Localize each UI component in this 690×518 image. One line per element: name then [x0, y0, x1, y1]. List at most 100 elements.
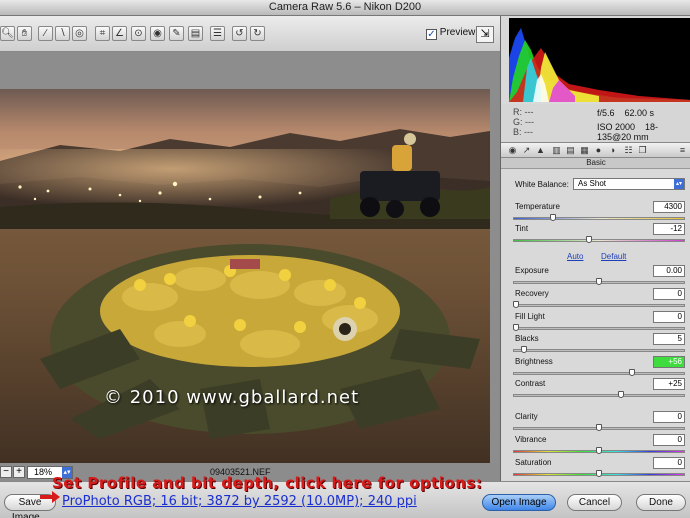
red-eye-icon[interactable]: ◉ [150, 26, 165, 41]
panel-menu-icon[interactable]: ≡ [677, 145, 688, 156]
fill-light-value-field[interactable]: 0 [653, 311, 685, 323]
exposure-slider-thumb[interactable] [596, 278, 602, 285]
tint-slider-thumb[interactable] [586, 236, 592, 243]
clarity-slider[interactable] [513, 424, 685, 431]
zoom-icon[interactable]: 🔍︎ [0, 26, 15, 41]
fill-light-label: Fill Light [515, 312, 545, 321]
tab-split-toning-icon[interactable]: ▤ [565, 145, 576, 156]
recovery-label: Recovery [515, 289, 549, 298]
vibrance-label: Vibrance [515, 435, 547, 444]
blacks-value-field[interactable]: 5 [653, 333, 685, 345]
spot-removal-icon[interactable]: ⊙ [131, 26, 146, 41]
shutter-speed: 62.00 s [624, 108, 655, 118]
blacks-slider-thumb[interactable] [521, 346, 527, 353]
fill-light-slider[interactable] [513, 324, 685, 331]
default-button[interactable]: Default [601, 252, 626, 261]
tab-snapshots-icon[interactable]: ❐ [637, 145, 648, 156]
tab-hsl-icon[interactable]: ▥ [551, 145, 562, 156]
fullscreen-toggle-icon[interactable]: ⇲ [476, 26, 494, 43]
exposure-label: Exposure [515, 266, 549, 275]
color-sampler-icon[interactable]: ∖ [55, 26, 70, 41]
cancel-button[interactable]: Cancel [567, 494, 622, 511]
exposure-value-field[interactable]: 0.00 [653, 265, 685, 277]
saturation-slider[interactable] [513, 470, 685, 477]
done-button[interactable]: Done [636, 494, 686, 511]
photo-image [0, 89, 490, 473]
readout-g: G: --- [513, 117, 534, 127]
toolbar: 🔍︎ ✋︎ ∕ ∖ ◎ ⌗ ∠ ⊙ ◉ ✎ ▤ ☰ ↺ ↻ ✓ Preview … [0, 16, 500, 52]
straighten-icon[interactable]: ∠ [112, 26, 127, 41]
recovery-slider[interactable] [513, 301, 685, 308]
aperture: f/5.6 [597, 108, 615, 118]
blacks-slider[interactable] [513, 346, 685, 353]
iso: ISO 2000 [597, 122, 636, 132]
tab-basic-icon[interactable]: ◉ [507, 145, 518, 156]
contrast-label: Contrast [515, 379, 546, 388]
exif-iso-lens: ISO 2000 18-135@20 mm [597, 122, 690, 142]
tab-presets-icon[interactable]: ☷ [623, 145, 634, 156]
adjustments-panel: R: --- G: --- B: --- f/5.6 62.00 s ISO 2… [500, 16, 690, 481]
open-image-button[interactable]: Open Image [482, 494, 556, 511]
pixel-readout: R: --- G: --- B: --- f/5.6 62.00 s ISO 2… [501, 104, 690, 142]
temperature-slider-thumb[interactable] [550, 214, 556, 221]
clarity-value-field[interactable]: 0 [653, 411, 685, 423]
histogram [509, 18, 690, 102]
saturation-label: Saturation [515, 458, 552, 467]
white-balance-icon[interactable]: ∕ [38, 26, 53, 41]
zoom-out-button[interactable]: − [0, 466, 12, 478]
recovery-slider-thumb[interactable] [513, 301, 519, 308]
readout-r: R: --- [513, 107, 534, 117]
graduated-filter-icon[interactable]: ▤ [188, 26, 203, 41]
tab-detail-icon[interactable]: ▲ [535, 145, 546, 156]
contrast-value-field[interactable]: +25 [653, 378, 685, 390]
temperature-slider[interactable] [513, 214, 685, 221]
saturation-slider-thumb[interactable] [596, 470, 602, 477]
preview-checkbox[interactable]: ✓ Preview [426, 27, 475, 40]
tab-camera-calibration-icon[interactable]: ◑ [607, 145, 618, 156]
crop-icon[interactable]: ⌗ [95, 26, 110, 41]
tint-value-field[interactable]: -12 [653, 223, 685, 235]
rotate-right-icon[interactable]: ↻ [250, 26, 265, 41]
copyright-watermark: © 2010 www.gballard.net [104, 387, 360, 408]
saturation-value-field[interactable]: 0 [653, 457, 685, 469]
fill-light-slider-thumb[interactable] [513, 324, 519, 331]
zoom-level-value: 18% [34, 467, 53, 477]
temperature-value-field[interactable]: 4300 [653, 201, 685, 213]
tint-slider[interactable] [513, 236, 685, 243]
temperature-label: Temperature [515, 202, 560, 211]
white-balance-value: As Shot [578, 179, 607, 188]
window-title: Camera Raw 5.6 – Nikon D200 [0, 0, 690, 16]
tab-tone-curve-icon[interactable]: ↗ [521, 145, 532, 156]
tab-lens-icon[interactable]: ▦ [579, 145, 590, 156]
photo-preview: © 2010 www.gballard.net [0, 89, 490, 473]
brightness-value-field[interactable]: +56 [653, 356, 685, 368]
auto-button[interactable]: Auto [567, 252, 583, 261]
image-canvas[interactable]: © 2010 www.gballard.net [0, 53, 500, 473]
vibrance-value-field[interactable]: 0 [653, 434, 685, 446]
contrast-slider[interactable] [513, 391, 685, 398]
exif-aperture-shutter: f/5.6 62.00 s [597, 108, 654, 118]
contrast-slider-thumb[interactable] [618, 391, 624, 398]
white-balance-select[interactable]: As Shot ▴▾ [573, 178, 685, 190]
vibrance-slider-thumb[interactable] [596, 447, 602, 454]
rotate-left-icon[interactable]: ↺ [232, 26, 247, 41]
zoom-in-button[interactable]: + [13, 466, 25, 478]
clarity-slider-thumb[interactable] [596, 424, 602, 431]
exposure-slider[interactable] [513, 278, 685, 285]
tab-effects-icon[interactable]: ● [593, 145, 604, 156]
recovery-value-field[interactable]: 0 [653, 288, 685, 300]
hand-icon[interactable]: ✋︎ [17, 26, 32, 41]
preferences-icon[interactable]: ☰ [210, 26, 225, 41]
brightness-slider-thumb[interactable] [629, 369, 635, 376]
workflow-options-link[interactable]: ProPhoto RGB; 16 bit; 3872 by 2592 (10.0… [62, 494, 417, 509]
vibrance-slider[interactable] [513, 447, 685, 454]
checkbox-check-icon: ✓ [426, 29, 437, 40]
panel-title: Basic [501, 158, 690, 169]
chevron-updown-icon: ▴▾ [674, 179, 684, 189]
brightness-label: Brightness [515, 357, 553, 366]
tint-label: Tint [515, 224, 529, 233]
white-balance-label: White Balance: [515, 180, 569, 189]
adjustment-brush-icon[interactable]: ✎ [169, 26, 184, 41]
brightness-slider[interactable] [513, 369, 685, 376]
targeted-adjust-icon[interactable]: ◎ [72, 26, 87, 41]
